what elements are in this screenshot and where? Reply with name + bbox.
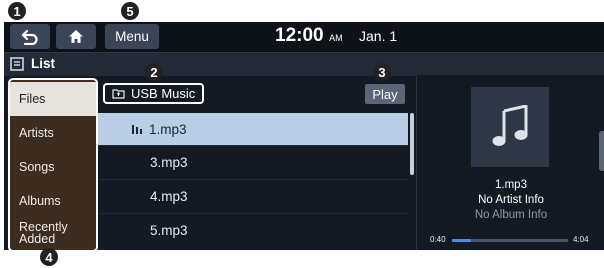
category-sidebar: Files Artists Songs Albums Recently Adde… [8, 78, 98, 250]
callout-badge-3: 3 [373, 63, 391, 81]
clock-ampm: AM [329, 33, 343, 43]
progress-fill [452, 239, 472, 242]
folder-icon [112, 89, 125, 99]
list-item[interactable]: 4.mp3 [98, 180, 408, 212]
callout-badge-2: 2 [145, 63, 163, 81]
side-tab-handle[interactable] [599, 131, 604, 171]
list-scrollbar[interactable] [410, 113, 414, 175]
sidebar-item-label: Albums [19, 194, 61, 208]
album-art [471, 87, 549, 167]
folder-path-button[interactable]: USB Music [103, 83, 205, 104]
progress-bar[interactable] [452, 239, 568, 242]
sidebar-item-recently-added[interactable]: Recently Added [10, 218, 96, 250]
sidebar-item-songs[interactable]: Songs [10, 150, 96, 184]
callout-badge-5: 5 [121, 2, 139, 20]
now-playing-bars-icon [132, 124, 142, 134]
list-item[interactable]: 1.mp3 [98, 113, 408, 145]
file-name: 5.mp3 [150, 222, 188, 238]
sidebar-item-label: Songs [19, 160, 55, 174]
track-title: 1.mp3 [495, 179, 527, 191]
file-name: 3.mp3 [150, 154, 188, 170]
total-time: 4:04 [573, 235, 589, 244]
folder-name: USB Music [131, 86, 196, 101]
track-artist: No Artist Info [478, 194, 544, 206]
track-album: No Album Info [474, 209, 548, 221]
list-item[interactable]: 3.mp3 [98, 146, 408, 178]
list-title: List [31, 56, 56, 71]
top-bar: Menu 12:00 AM Jan. 1 [4, 22, 604, 52]
sidebar-item-files[interactable]: Files [10, 82, 96, 116]
file-name: 1.mp3 [149, 121, 187, 137]
clock: 12:00 AM Jan. 1 [275, 25, 397, 47]
list-icon [10, 57, 24, 71]
back-button[interactable] [10, 24, 50, 49]
callout-badge-4: 4 [40, 248, 58, 266]
now-playing-panel: 1.mp3 No Artist Info No Album Info 0:40 … [416, 75, 604, 250]
file-name: 4.mp3 [150, 188, 188, 204]
clock-time: 12:00 [275, 25, 324, 46]
home-icon [69, 30, 83, 43]
list-item[interactable]: 5.mp3 [98, 214, 408, 246]
file-list-panel: USB Music Play 1.mp3 3.mp3 4.mp3 5.mp3 [98, 77, 414, 250]
home-button[interactable] [56, 24, 96, 49]
play-button[interactable]: Play [365, 84, 405, 104]
music-note-icon [492, 105, 528, 146]
sidebar-item-label: Recently Added [19, 220, 68, 246]
sidebar-item-artists[interactable]: Artists [10, 116, 96, 150]
date-label: Jan. 1 [359, 28, 398, 44]
callout-badge-1: 1 [8, 2, 26, 20]
sidebar-item-albums[interactable]: Albums [10, 184, 96, 218]
infotainment-screen: Menu 12:00 AM Jan. 1 List Files Artists … [4, 22, 604, 250]
back-arrow-icon [21, 29, 38, 45]
menu-button[interactable]: Menu [105, 24, 159, 49]
sidebar-item-label: Files [19, 92, 46, 106]
sidebar-item-label: Artists [19, 126, 54, 140]
list-header-bar: List [4, 52, 604, 76]
elapsed-time: 0:40 [430, 235, 446, 244]
